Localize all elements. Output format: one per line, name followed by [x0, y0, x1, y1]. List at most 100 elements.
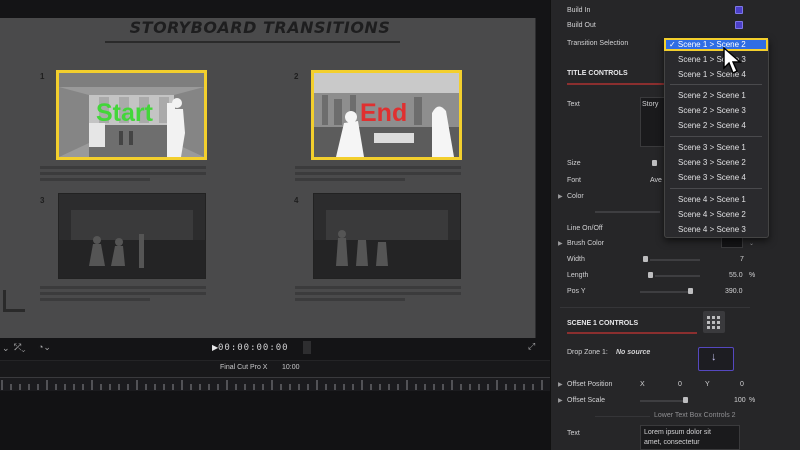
caption-line — [40, 178, 150, 181]
x-value[interactable]: 0 — [678, 381, 682, 388]
storyboard-title: STORYBOARD TRANSITIONS — [129, 18, 391, 37]
offset-scale-slider-track[interactable] — [640, 400, 685, 402]
build-in-checkbox[interactable] — [735, 6, 743, 14]
title-controls-heading: TITLE CONTROLS — [567, 70, 628, 77]
dropdown-item[interactable]: Scene 3 > Scene 1 — [678, 143, 746, 152]
disclosure-triangle-icon[interactable]: ▶ — [558, 397, 563, 404]
caption-line — [295, 298, 405, 301]
transform-icon[interactable]: ⤱⌄ — [14, 342, 25, 353]
brush-color-label: Brush Color — [567, 240, 604, 247]
dropdown-item[interactable]: Scene 4 > Scene 1 — [678, 195, 746, 204]
width-slider-knob[interactable] — [643, 256, 648, 262]
viewer: STORYBOARD TRANSITIONS 1 Start 2 End 3 4… — [0, 0, 550, 450]
caption-line — [40, 172, 206, 175]
width-value[interactable]: 7 — [740, 256, 744, 263]
font-label: Font — [567, 177, 582, 184]
caption-line — [295, 166, 461, 169]
timeline-header: Final Cut Pro X 10:00 — [0, 360, 550, 377]
line-onoff-label: Line On/Off — [567, 225, 603, 232]
timeline-ruler[interactable] — [0, 377, 550, 391]
caption-line — [40, 286, 206, 289]
dropdown-item[interactable]: Scene 4 > Scene 3 — [678, 225, 746, 234]
pointer-cursor-icon — [723, 46, 742, 74]
lower-text-box-heading: Lower Text Box Controls 2 — [654, 412, 736, 419]
project-duration: 10:00 — [282, 364, 300, 371]
offset-scale-label: Offset Scale — [567, 397, 606, 404]
text-label: Text — [567, 101, 580, 108]
end-label: End — [360, 99, 408, 127]
dropdown-separator — [670, 84, 762, 85]
dropdown-item[interactable]: Scene 2 > Scene 1 — [678, 91, 746, 100]
chevron-down-icon[interactable]: ⌄ — [2, 343, 10, 354]
offset-scale-value[interactable]: 100 — [734, 397, 746, 404]
size-slider-knob[interactable] — [652, 160, 657, 166]
build-out-checkbox[interactable] — [735, 21, 743, 29]
color-slider-track[interactable] — [595, 211, 660, 213]
ruler-ticks — [1, 380, 543, 390]
pos-y-slider-track[interactable] — [640, 291, 690, 293]
project-name: Final Cut Pro X — [220, 364, 268, 371]
grid-icon[interactable] — [703, 311, 725, 333]
panel-number-3: 3 — [40, 196, 45, 205]
storyboard-frame-3[interactable] — [58, 193, 206, 279]
fullscreen-icon[interactable]: ⤢ — [528, 341, 535, 352]
caption-line — [40, 298, 150, 301]
title-underline — [105, 41, 400, 43]
dropdown-item[interactable]: Scene 4 > Scene 2 — [678, 210, 746, 219]
y-label: Y — [705, 381, 710, 388]
offset-scale-slider-knob[interactable] — [683, 397, 688, 403]
disclosure-triangle-icon[interactable]: ▶ — [558, 240, 563, 247]
office-scene-image-3 — [59, 194, 205, 278]
length-unit: % — [749, 272, 756, 279]
corner-bracket — [3, 290, 25, 312]
transition-dropdown-menu — [664, 38, 769, 238]
length-value[interactable]: 55.0 — [729, 272, 743, 279]
section-accent-line — [567, 83, 667, 85]
offset-position-label: Offset Position — [567, 381, 613, 388]
final-cut-pro-window: STORYBOARD TRANSITIONS 1 Start 2 End 3 4… — [0, 0, 800, 450]
section-accent-line — [567, 332, 697, 334]
font-value[interactable]: Ave — [650, 177, 662, 184]
width-label: Width — [567, 256, 585, 263]
timecode-display[interactable]: 00:00:00:00 — [218, 343, 289, 353]
length-label: Length — [567, 272, 589, 279]
caption-line — [295, 172, 461, 175]
timeline-body[interactable] — [0, 391, 550, 450]
text2-value-line1: Lorem ipsum dolor sit — [644, 429, 711, 436]
caption-line — [295, 292, 461, 295]
dropdown-separator — [670, 188, 762, 189]
panel-number-2: 2 — [294, 72, 299, 81]
disclosure-triangle-icon[interactable]: ▶ — [558, 193, 563, 200]
width-slider-track[interactable] — [650, 259, 700, 261]
caption-line — [295, 286, 461, 289]
caption-line — [40, 166, 206, 169]
start-label: Start — [96, 99, 153, 127]
text2-label: Text — [567, 430, 580, 437]
pos-y-slider-knob[interactable] — [688, 288, 693, 294]
caption-line — [295, 178, 405, 181]
speed-icon[interactable]: ◔⌄ — [38, 342, 51, 353]
size-label: Size — [567, 160, 581, 167]
audio-meter — [303, 341, 311, 354]
panel-number-4: 4 — [294, 196, 299, 205]
y-value[interactable]: 0 — [740, 381, 744, 388]
dropdown-item[interactable]: Scene 2 > Scene 4 — [678, 121, 746, 130]
disclosure-triangle-icon[interactable]: ▶ — [558, 381, 563, 388]
length-slider-track[interactable] — [655, 275, 700, 277]
pos-y-value[interactable]: 390.0 — [725, 288, 743, 295]
dropdown-item[interactable]: Scene 3 > Scene 4 — [678, 173, 746, 182]
separator — [595, 416, 650, 417]
separator — [560, 307, 750, 308]
drop-zone-value: No source — [616, 349, 651, 356]
scene1-controls-heading: SCENE 1 CONTROLS — [567, 320, 639, 327]
dropdown-item[interactable]: Scene 2 > Scene 3 — [678, 106, 746, 115]
pos-y-label: Pos Y — [567, 288, 586, 295]
length-slider-knob[interactable] — [648, 272, 653, 278]
storyboard-frame-4[interactable] — [313, 193, 461, 279]
text-value: Story — [642, 101, 659, 108]
dropdown-item[interactable]: Scene 3 > Scene 2 — [678, 158, 746, 167]
office-scene-image-4 — [314, 194, 460, 278]
chevron-down-icon[interactable]: ⌄ — [749, 240, 754, 247]
caption-line — [40, 292, 206, 295]
drop-zone-label: Drop Zone 1: — [567, 349, 608, 356]
